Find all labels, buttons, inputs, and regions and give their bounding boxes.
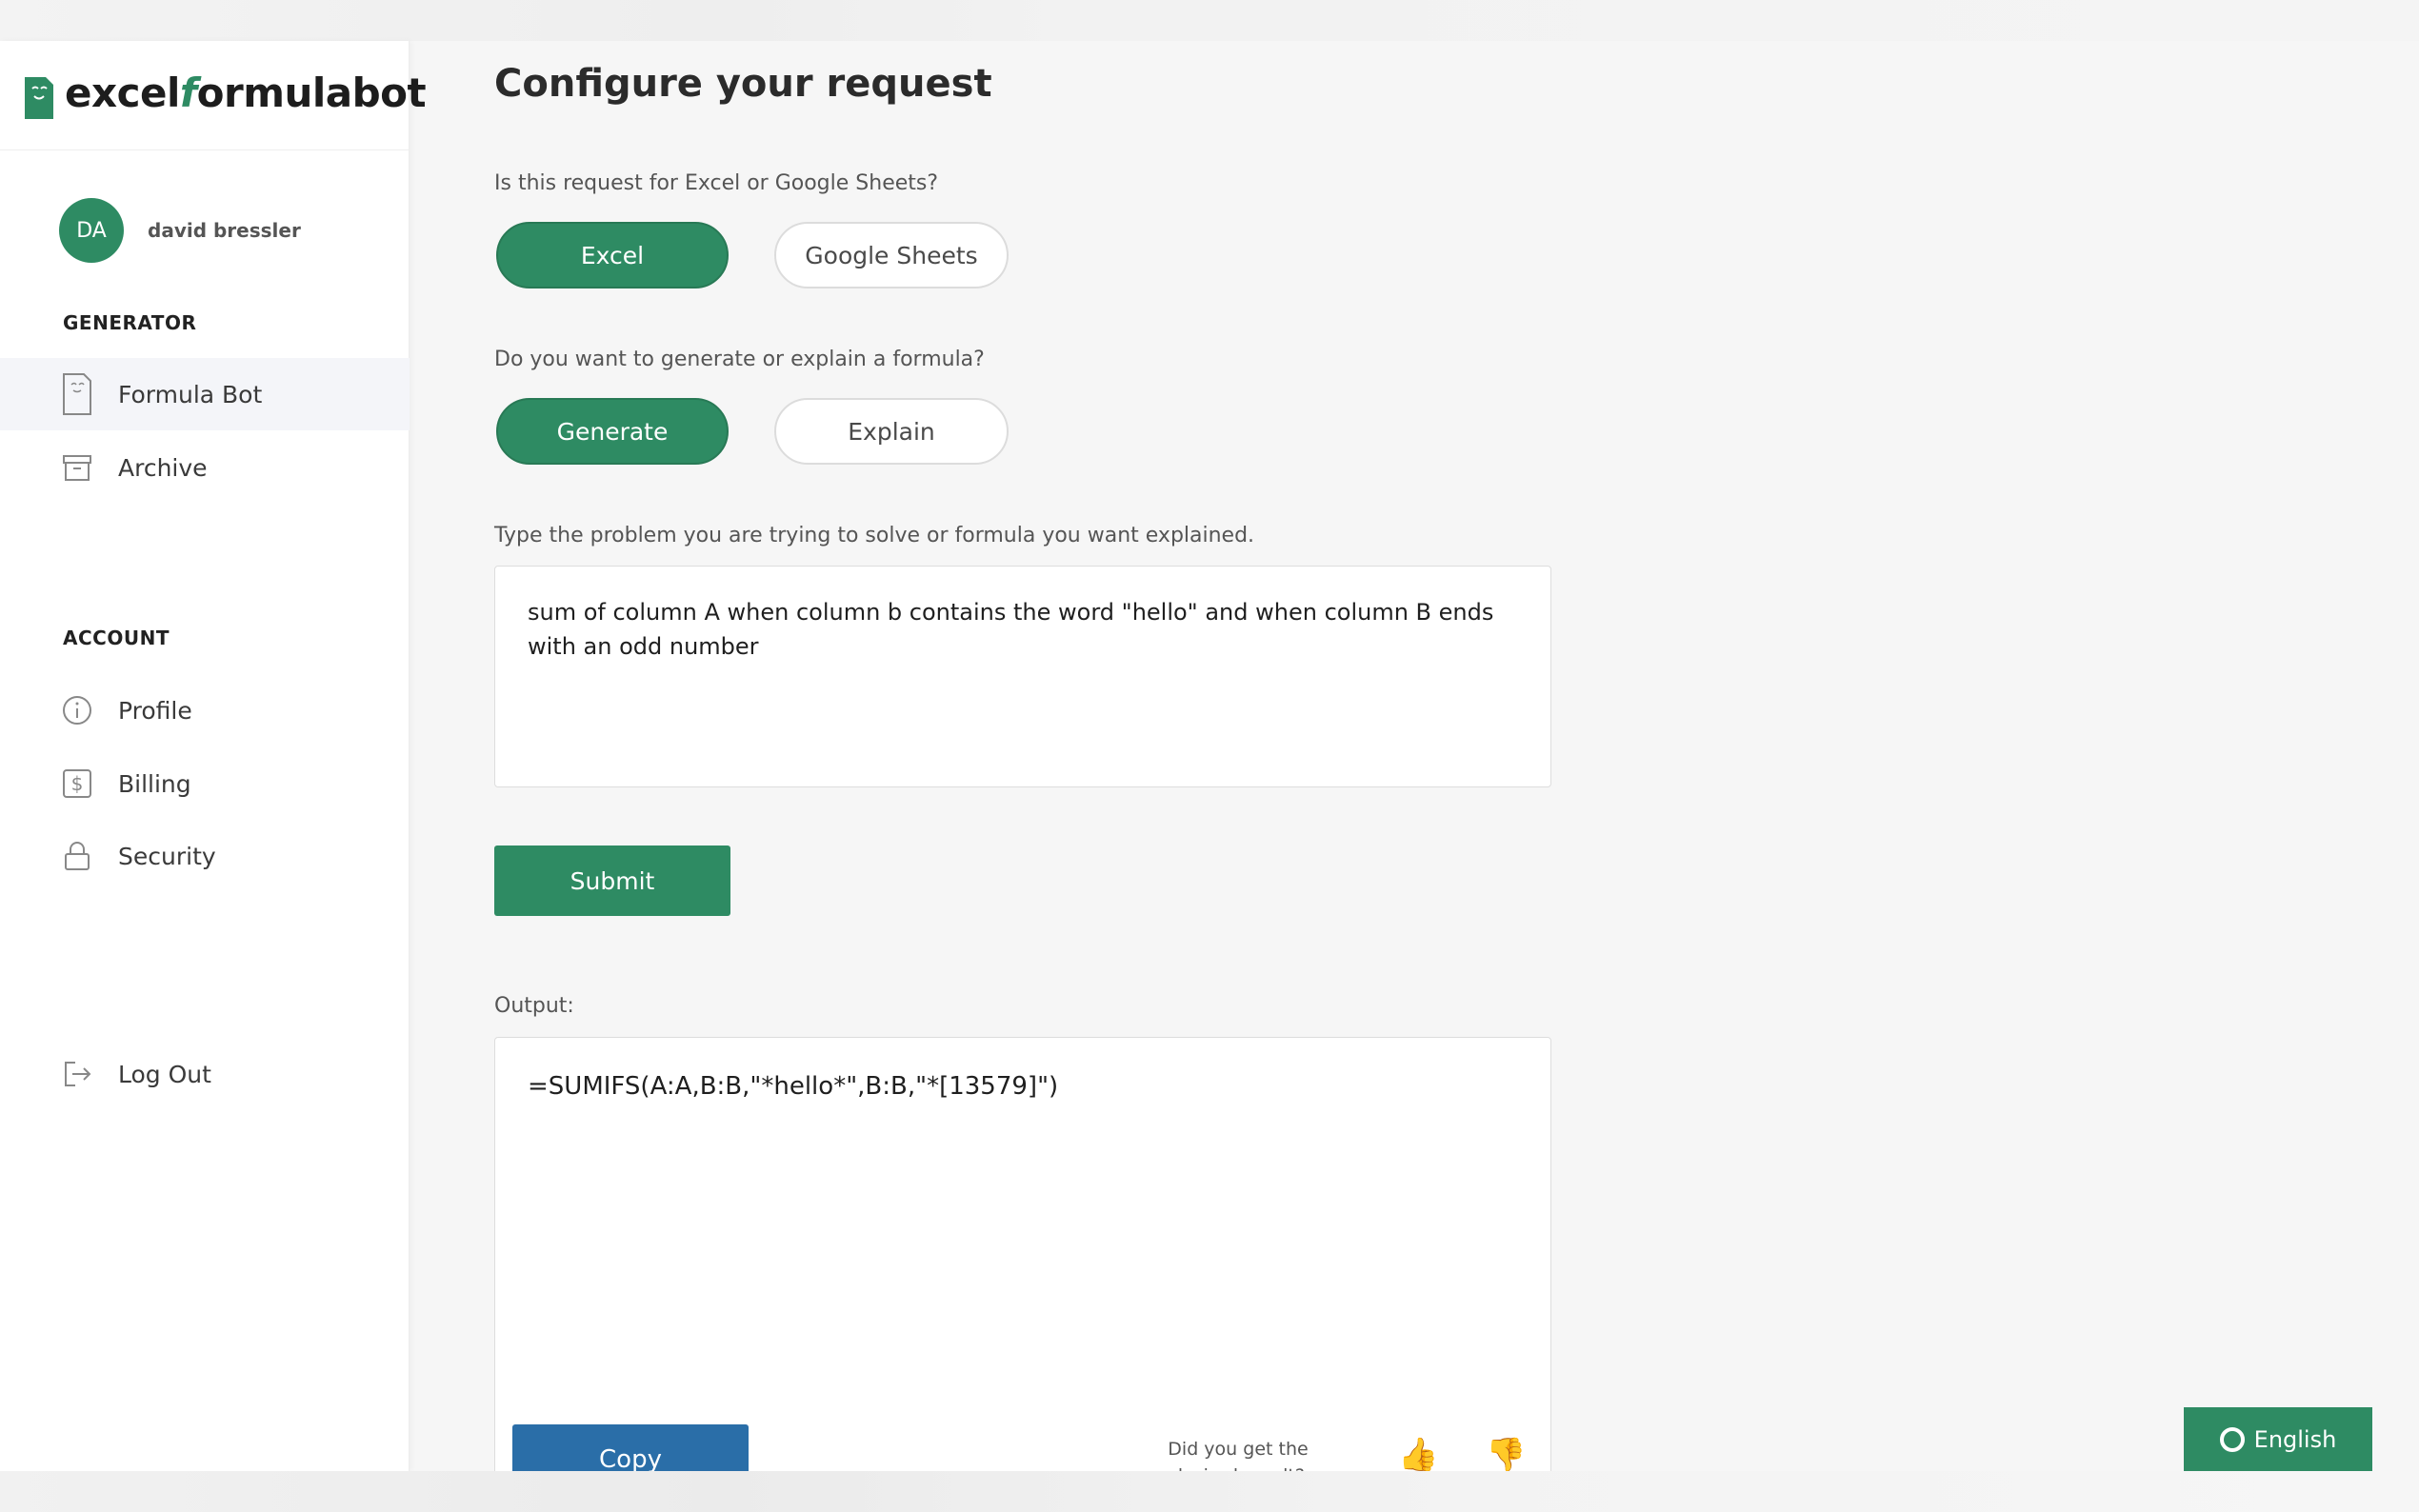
generator-section-label: GENERATOR xyxy=(63,311,197,334)
google-sheets-option-button[interactable]: Google Sheets xyxy=(774,222,1009,288)
sidebar-item-billing[interactable]: $ Billing xyxy=(0,747,410,820)
sidebar-item-label: Archive xyxy=(118,453,208,482)
dollar-icon: $ xyxy=(61,767,93,800)
thumbs-up-icon[interactable]: 👍 xyxy=(1398,1436,1438,1474)
globe-icon xyxy=(2219,1426,2245,1452)
sidebar: excelformulabot DA david bressler GENERA… xyxy=(0,41,427,1471)
output-box[interactable]: =SUMIFS(A:A,B:B,"*hello*",B:B,"*[13579]"… xyxy=(494,1037,1551,1512)
main-content: Configure your request Is this request f… xyxy=(410,41,2419,1512)
user-profile[interactable]: DA david bressler xyxy=(59,198,301,263)
sidebar-item-logout[interactable]: Log Out xyxy=(0,1038,410,1110)
browser-bottom-bar xyxy=(0,1471,2419,1512)
formula-bot-icon xyxy=(61,373,93,415)
formula-bot-logo-icon xyxy=(25,77,53,119)
problem-input[interactable]: sum of column A when column b contains t… xyxy=(494,566,1551,787)
svg-text:$: $ xyxy=(71,772,84,795)
logout-icon xyxy=(61,1058,93,1090)
sidebar-item-label: Security xyxy=(118,842,216,870)
input-label: Type the problem you are trying to solve… xyxy=(494,524,1255,547)
logo[interactable]: excelformulabot xyxy=(0,41,427,150)
sidebar-item-label: Log Out xyxy=(118,1060,211,1088)
output-formula[interactable]: =SUMIFS(A:A,B:B,"*hello*",B:B,"*[13579]"… xyxy=(528,1072,1058,1101)
generate-option-button[interactable]: Generate xyxy=(496,398,729,465)
archive-icon xyxy=(61,451,93,484)
output-label: Output: xyxy=(494,994,574,1018)
user-name: david bressler xyxy=(148,219,301,242)
sidebar-item-security[interactable]: Security xyxy=(0,820,410,892)
sidebar-item-formula-bot[interactable]: Formula Bot xyxy=(0,358,410,430)
language-label: English xyxy=(2253,1425,2337,1453)
thumbs-down-icon[interactable]: 👎 xyxy=(1486,1436,1526,1474)
browser-top-bar xyxy=(0,0,2419,41)
sidebar-item-archive[interactable]: Archive xyxy=(0,431,410,504)
lock-icon xyxy=(61,840,93,872)
submit-button[interactable]: Submit xyxy=(494,846,730,916)
explain-option-button[interactable]: Explain xyxy=(774,398,1009,465)
brand-name: excelformulabot xyxy=(65,70,427,116)
excel-option-button[interactable]: Excel xyxy=(496,222,729,288)
account-section-label: ACCOUNT xyxy=(63,627,170,649)
language-button[interactable]: English xyxy=(2184,1407,2372,1471)
sidebar-item-label: Profile xyxy=(118,696,192,725)
sidebar-item-label: Billing xyxy=(118,769,191,798)
sidebar-item-label: Formula Bot xyxy=(118,380,263,408)
platform-question: Is this request for Excel or Google Shee… xyxy=(494,171,939,195)
page-title: Configure your request xyxy=(494,62,992,106)
sidebar-item-profile[interactable]: Profile xyxy=(0,674,410,746)
info-icon xyxy=(61,694,93,726)
mode-question: Do you want to generate or explain a for… xyxy=(494,348,985,371)
avatar: DA xyxy=(59,198,124,263)
